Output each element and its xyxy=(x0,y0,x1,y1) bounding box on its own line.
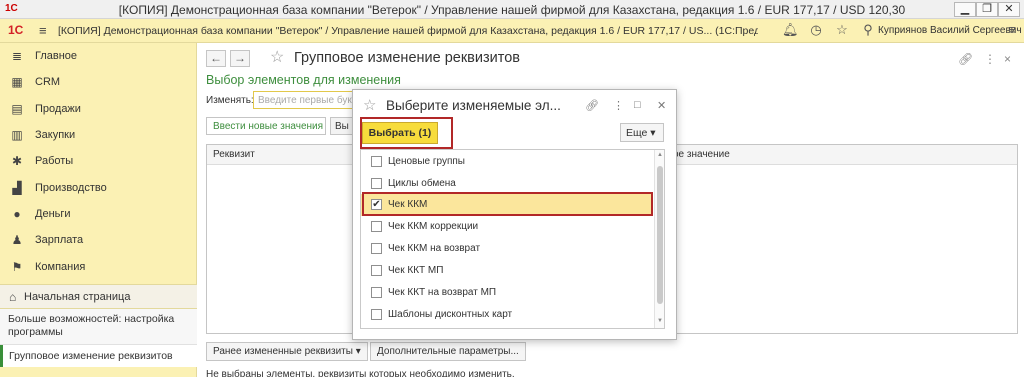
list-item[interactable]: Шаблоны дисконтных карт xyxy=(361,304,653,326)
sidebar-item-label: Компания xyxy=(35,261,86,273)
search-icon[interactable]: ⚲ xyxy=(860,22,876,38)
money-icon: ● xyxy=(13,207,21,221)
list-item[interactable]: Ценовые группы xyxy=(361,151,653,173)
open-window-tab[interactable]: Групповое изменение реквизитов xyxy=(0,345,197,367)
list-item-label: Шаблоны дисконтных карт xyxy=(388,309,513,320)
list-item[interactable]: Чек ККМ на возврат xyxy=(361,238,653,260)
list-scrollbar[interactable]: ▲ ▼ xyxy=(654,150,664,328)
sidebar-item-crm[interactable]: ▦ CRM xyxy=(0,70,196,94)
additional-params-button[interactable]: Дополнительные параметры... xyxy=(370,342,526,361)
scroll-up-icon[interactable]: ▲ xyxy=(657,152,663,158)
sidebar-item-label: Зарплата xyxy=(35,234,84,246)
current-user[interactable]: Куприянов Василий Сергеевич xyxy=(878,25,1022,36)
previously-changed-button[interactable]: Ранее измененные реквизиты ▾ xyxy=(206,342,368,361)
sidebar-item-money[interactable]: ● Деньги xyxy=(0,202,196,226)
list-item-label: Чек ККМ на возврат xyxy=(388,243,481,254)
column-attribute[interactable]: Реквизит xyxy=(213,149,255,160)
sidebar-item-label: Производство xyxy=(35,182,107,194)
main-icon: ≣ xyxy=(11,49,23,63)
section-title: Выбор элементов для изменения xyxy=(206,73,401,87)
list-item-label: Чек ККМ коррекции xyxy=(388,221,479,232)
sales-icon: ▤ xyxy=(11,102,23,116)
sidebar-item-sales[interactable]: ▤ Продажи xyxy=(0,97,196,121)
list-item[interactable]: Чек ККТ на возврат МП xyxy=(361,282,653,304)
dialog-maximize-icon[interactable]: □ xyxy=(634,99,641,111)
window-title: [КОПИЯ] Демонстрационная база компании "… xyxy=(118,3,906,17)
checkbox[interactable] xyxy=(371,156,382,167)
favorites-star-icon[interactable]: ☆ xyxy=(834,22,850,38)
sidebar-item-label: Работы xyxy=(35,155,74,167)
list-item[interactable]: Чек ККТ МП xyxy=(361,260,653,282)
list-item-label: Циклы обмена xyxy=(388,178,456,189)
sidebar-item-production[interactable]: ▟ Производство xyxy=(0,176,196,200)
sidebar-item-label: Деньги xyxy=(35,208,71,220)
link-icon[interactable]: 🔗︎ xyxy=(958,52,973,66)
restore-button[interactable]: ❐ xyxy=(976,2,998,17)
checkbox[interactable] xyxy=(371,178,382,189)
sidebar-item-purchases[interactable]: ▥ Закупки xyxy=(0,123,196,147)
sidebar-item-company[interactable]: ⚑ Компания xyxy=(0,255,196,279)
dialog-close-icon[interactable]: ✕ xyxy=(657,99,666,112)
company-icon: ⚑ xyxy=(11,260,23,274)
dialog-title: Выберите изменяемые эл... xyxy=(386,98,561,113)
bell-icon[interactable]: 🔔︎ xyxy=(782,22,799,38)
more-menu-button[interactable]: Еще ▾ xyxy=(620,123,664,142)
minimize-button[interactable]: ▁ xyxy=(954,2,976,17)
favorite-star-icon[interactable]: ☆ xyxy=(270,47,284,67)
crm-icon: ▦ xyxy=(11,75,23,89)
list-item[interactable]: Чек ККМ коррекции xyxy=(361,216,653,238)
dialog-more-icon[interactable]: ⋮ xyxy=(613,99,624,112)
selected-row-highlight xyxy=(362,192,653,216)
more-actions-icon[interactable]: ⋮ xyxy=(984,52,996,66)
more-features-link[interactable]: Больше возможностей: настройка программы xyxy=(0,309,197,345)
dialog-link-icon[interactable]: 🔗︎ xyxy=(585,99,599,112)
home-page-label: Начальная страница xyxy=(24,291,131,303)
back-button[interactable]: ← xyxy=(206,50,226,67)
settings-menu-icon[interactable]: ≡ xyxy=(1004,22,1020,37)
forward-button[interactable]: → xyxy=(230,50,250,67)
sidebar-item-label: Главное xyxy=(35,50,78,62)
sidebar-item-label: Продажи xyxy=(35,103,81,115)
select-button-highlight xyxy=(360,117,453,149)
dialog-star-icon[interactable]: ☆ xyxy=(363,96,376,114)
purchases-icon: ▥ xyxy=(11,128,23,142)
window-title-bar: 1С [КОПИЯ] Демонстрационная база компани… xyxy=(0,0,1024,19)
tab-other[interactable]: Вы xyxy=(330,117,354,135)
checkbox[interactable] xyxy=(371,287,382,298)
main-menu-icon[interactable]: ≡ xyxy=(39,23,47,38)
sidebar-item-label: CRM xyxy=(35,76,61,88)
1c-logo-icon: 1С xyxy=(8,23,24,37)
change-label: Изменять: xyxy=(206,95,254,106)
app-header: 1С ≡ [КОПИЯ] Демонстрационная база компа… xyxy=(0,19,1024,43)
sidebar-item-works[interactable]: ✱ Работы xyxy=(0,149,196,173)
list-item-label: Ценовые группы xyxy=(388,156,465,167)
production-icon: ▟ xyxy=(12,181,22,195)
app-title: [КОПИЯ] Демонстрационная база компании "… xyxy=(58,25,758,37)
select-elements-dialog: ☆ Выберите изменяемые эл... 🔗︎ ⋮ □ ✕ Выб… xyxy=(352,89,677,340)
open-window-label: Групповое изменение реквизитов xyxy=(9,350,173,362)
sidebar-item-label: Закупки xyxy=(35,129,76,141)
checkbox[interactable] xyxy=(371,221,382,232)
home-page-link[interactable]: ⌂ Начальная страница xyxy=(0,284,197,309)
home-icon: ⌂ xyxy=(9,290,17,304)
close-window-button[interactable]: ✕ xyxy=(998,2,1020,17)
checkbox[interactable] xyxy=(371,309,382,320)
checkbox[interactable] xyxy=(371,243,382,254)
sidebar-item-main[interactable]: ≣ Главное xyxy=(0,44,196,68)
list-item-label: Чек ККТ на возврат МП xyxy=(388,287,497,298)
works-icon: ✱ xyxy=(11,154,23,168)
page-title: Групповое изменение реквизитов xyxy=(294,50,520,66)
column-new-value[interactable]: ое значение xyxy=(673,149,730,160)
history-icon[interactable]: ◷ xyxy=(808,22,824,38)
list-item-label: Чек ККТ МП xyxy=(388,265,444,276)
status-text: Не выбраны элементы, реквизиты которых н… xyxy=(206,369,515,377)
scrollbar-thumb[interactable] xyxy=(657,166,663,304)
sidebar-item-salary[interactable]: ♟ Зарплата xyxy=(0,228,196,252)
tab-new-values[interactable]: Ввести новые значения xyxy=(206,117,326,135)
close-icon[interactable]: × xyxy=(1004,52,1011,66)
checkbox[interactable] xyxy=(371,265,382,276)
scroll-down-icon[interactable]: ▼ xyxy=(657,318,663,324)
salary-icon: ♟ xyxy=(11,233,23,247)
elements-list[interactable]: Ценовые группы Циклы обмена ✔ Чек ККМ Чек… xyxy=(360,149,665,329)
